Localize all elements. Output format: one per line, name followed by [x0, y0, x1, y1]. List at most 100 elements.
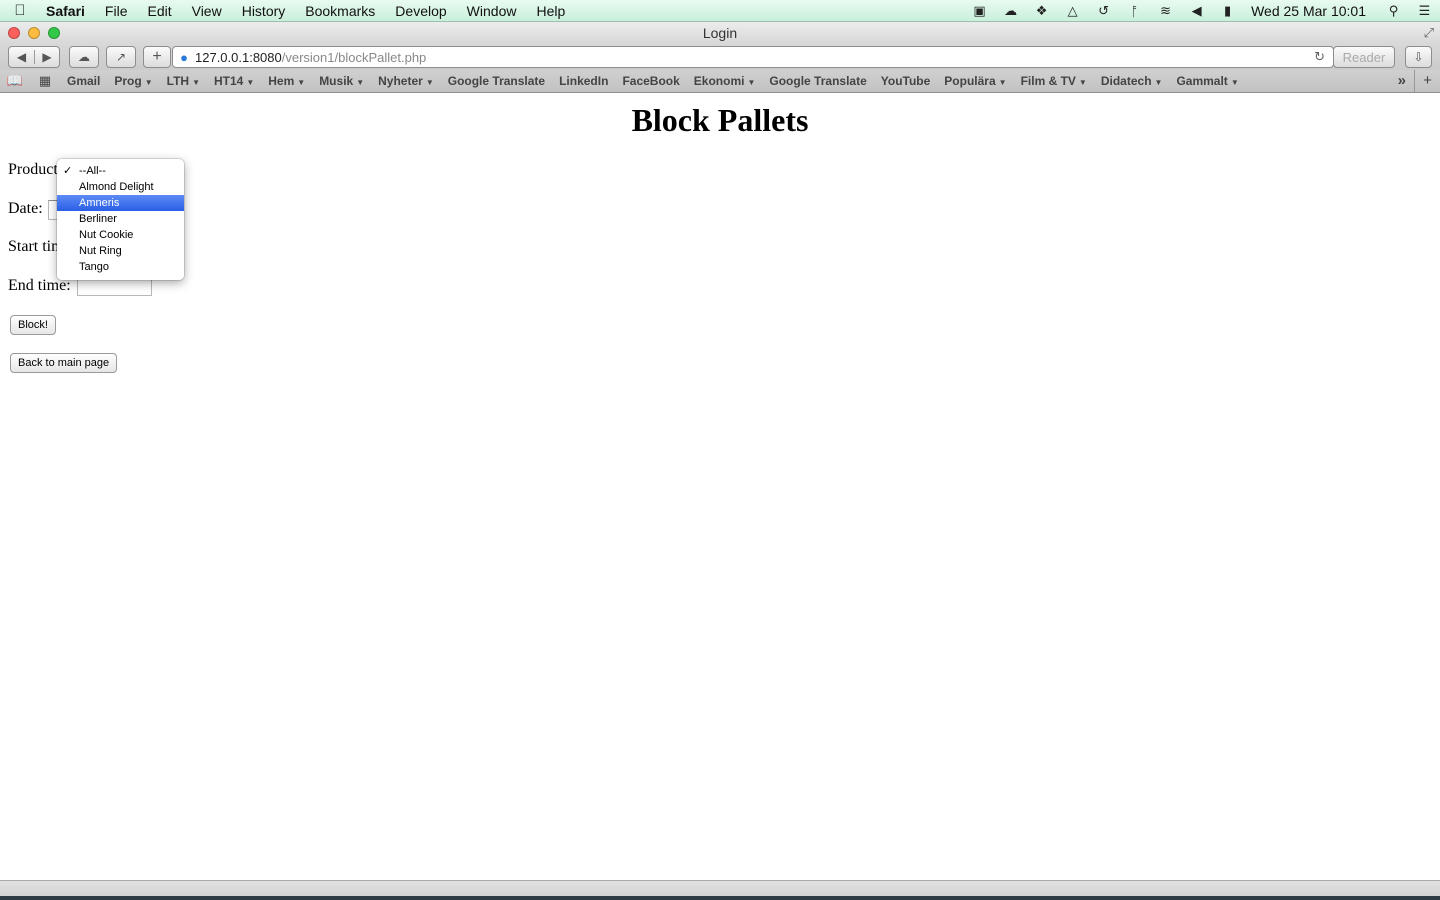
- url-host: 127.0.0.1:8080: [195, 49, 282, 65]
- menu-help[interactable]: Help: [526, 0, 575, 22]
- block-button[interactable]: Block!: [10, 315, 56, 335]
- fullscreen-icon[interactable]: ⤢: [1424, 25, 1434, 41]
- cloud-app-icon[interactable]: ☁: [995, 3, 1026, 19]
- menu-view[interactable]: View: [182, 0, 232, 22]
- folder-caret-icon: ▼: [747, 78, 756, 87]
- bookmark-item[interactable]: YouTube: [874, 74, 938, 88]
- window-title-bar: Login ⤢: [0, 22, 1440, 44]
- bookmark-label: Musik: [319, 74, 354, 88]
- time-machine-icon[interactable]: ↺: [1088, 3, 1119, 19]
- bookmark-item[interactable]: Film & TV ▼: [1014, 74, 1094, 88]
- desktop-edge: [0, 896, 1440, 900]
- folder-caret-icon: ▼: [144, 78, 153, 87]
- new-tab-plus-icon[interactable]: +: [1414, 70, 1440, 92]
- bookmarks-bar: 📖 ▦ Gmail Prog ▼ LTH ▼ HT14 ▼ Hem ▼ Musik ▼ Nyheter…: [0, 70, 1440, 93]
- reading-list-icon[interactable]: 📖: [0, 73, 30, 89]
- back-to-main-button[interactable]: Back to main page: [10, 353, 118, 373]
- bookmark-item[interactable]: Musik ▼: [312, 74, 371, 88]
- start-time-label: Start tim: [8, 238, 64, 255]
- bookmark-label: LTH: [166, 74, 190, 88]
- downloads-button[interactable]: ⇩: [1405, 46, 1432, 68]
- menu-bar:  Safari File Edit View History Bookmark…: [0, 0, 1440, 22]
- menu-develop[interactable]: Develop: [385, 0, 456, 22]
- bookmark-item[interactable]: Nyheter ▼: [371, 74, 441, 88]
- bookmark-item[interactable]: Didatech ▼: [1094, 74, 1170, 88]
- cloud-icon: ☁: [78, 50, 90, 64]
- product-option-berliner[interactable]: Berliner: [57, 211, 184, 227]
- product-option-tango[interactable]: Tango: [57, 259, 184, 275]
- download-icon: ⇩: [1413, 50, 1424, 64]
- bluetooth-icon[interactable]: ᚩ: [1119, 4, 1150, 19]
- product-option-nut-cookie[interactable]: Nut Cookie: [57, 227, 184, 243]
- product-dropdown-menu: ✓ --All-- Almond Delight Amneris Berline…: [57, 159, 184, 280]
- bookmark-item[interactable]: HT14 ▼: [207, 74, 261, 88]
- checkmark-icon: ✓: [63, 165, 73, 177]
- bookmark-item[interactable]: LTH ▼: [160, 74, 207, 88]
- bookmark-label: Google Translate: [447, 74, 546, 88]
- bookmark-label: Film & TV: [1020, 74, 1076, 88]
- top-sites-grid-icon[interactable]: ▦: [30, 73, 60, 89]
- product-option-almond-delight[interactable]: Almond Delight: [57, 179, 184, 195]
- menu-edit[interactable]: Edit: [137, 0, 181, 22]
- wifi-icon[interactable]: ≋: [1150, 3, 1181, 19]
- bookmark-item[interactable]: Populära ▼: [937, 74, 1013, 88]
- bookmark-label: Populära: [944, 74, 996, 88]
- site-globe-icon: ●: [180, 49, 188, 65]
- menu-bookmarks[interactable]: Bookmarks: [295, 0, 385, 22]
- share-button[interactable]: ↗: [106, 46, 136, 68]
- folder-caret-icon: ▼: [192, 78, 200, 87]
- product-label: Product: [8, 161, 58, 178]
- bookmark-list: Gmail Prog ▼ LTH ▼ HT14 ▼ Hem ▼ Musik ▼ Nyheter ▼ Goo…: [60, 74, 1246, 88]
- product-option-all[interactable]: ✓ --All--: [57, 163, 184, 179]
- menu-app-safari[interactable]: Safari: [40, 0, 95, 22]
- airplay-display-icon[interactable]: ▣: [964, 3, 995, 19]
- back-button[interactable]: ◀: [9, 50, 34, 64]
- bookmark-label: Gammalt: [1176, 74, 1228, 88]
- bookmark-item[interactable]: Ekonomi ▼: [687, 74, 763, 88]
- bookmark-label: Didatech: [1100, 74, 1152, 88]
- folder-caret-icon: ▼: [297, 78, 306, 87]
- bookmark-item[interactable]: Prog ▼: [107, 74, 159, 88]
- address-bar[interactable]: ● 127.0.0.1:8080 /version1/blockPallet.p…: [172, 46, 1334, 68]
- bookmark-item[interactable]: FaceBook: [615, 74, 686, 88]
- spotlight-search-icon[interactable]: ⚲: [1378, 3, 1409, 19]
- bookmark-item[interactable]: Hem ▼: [261, 74, 312, 88]
- add-bookmark-button[interactable]: +: [143, 46, 171, 68]
- page-title: Block Pallets: [631, 102, 809, 138]
- menu-window[interactable]: Window: [457, 0, 527, 22]
- icloud-tabs-button[interactable]: ☁: [69, 46, 99, 68]
- bookmark-item[interactable]: Gmail: [60, 74, 107, 88]
- bookmark-label: Hem: [268, 74, 295, 88]
- menu-file[interactable]: File: [95, 0, 138, 22]
- bookmark-label: LinkedIn: [559, 74, 609, 88]
- bookmark-item[interactable]: Google Translate: [762, 74, 873, 88]
- folder-caret-icon: ▼: [998, 78, 1007, 87]
- battery-icon[interactable]: ▮: [1212, 3, 1243, 19]
- bookmark-label: HT14: [213, 74, 244, 88]
- bookmark-label: Ekonomi: [693, 74, 745, 88]
- menu-history[interactable]: History: [232, 0, 296, 22]
- bookmark-item[interactable]: LinkedIn: [552, 74, 615, 88]
- product-option-nut-ring[interactable]: Nut Ring: [57, 243, 184, 259]
- bookmarks-overflow-icon[interactable]: »: [1398, 72, 1406, 89]
- volume-icon[interactable]: ◀: [1181, 3, 1212, 19]
- reload-icon[interactable]: ↻: [1314, 49, 1325, 65]
- menu-clock[interactable]: Wed 25 Mar 10:01: [1243, 3, 1378, 19]
- dropbox-icon[interactable]: ❖: [1026, 3, 1057, 19]
- reader-button[interactable]: Reader: [1333, 46, 1395, 68]
- apple-menu-icon[interactable]: : [0, 2, 40, 19]
- status-menus: ▣ ☁ ❖ △ ↺ ᚩ ≋ ◀ ▮ Wed 25 Mar 10:01 ⚲ ☰: [964, 0, 1440, 22]
- forward-button[interactable]: ▶: [33, 50, 59, 64]
- bookmark-item[interactable]: Google Translate: [441, 74, 552, 88]
- airplay-icon[interactable]: △: [1057, 3, 1088, 19]
- page-content: Block Pallets Product Date: Start tim En…: [0, 94, 1440, 880]
- plus-icon: +: [152, 48, 162, 65]
- bookmark-item[interactable]: Gammalt ▼: [1169, 74, 1245, 88]
- product-option-amneris[interactable]: Amneris: [57, 195, 184, 211]
- back-forward-group: ◀ ▶: [8, 46, 60, 68]
- folder-caret-icon: ▼: [1078, 78, 1087, 87]
- folder-caret-icon: ▼: [1154, 78, 1163, 87]
- date-label: Date:: [8, 200, 43, 217]
- notification-center-icon[interactable]: ☰: [1409, 3, 1440, 19]
- folder-caret-icon: ▼: [356, 78, 365, 87]
